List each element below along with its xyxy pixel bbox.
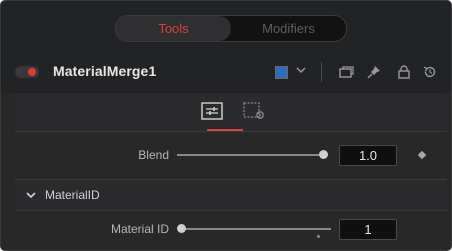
- reset-icon[interactable]: [421, 63, 439, 81]
- active-tab-indicator: [207, 129, 243, 131]
- blend-slider-track[interactable]: [177, 154, 323, 156]
- enable-toggle[interactable]: [15, 66, 39, 78]
- node-header: MaterialMerge1: [1, 55, 451, 89]
- pin-icon[interactable]: [365, 63, 383, 81]
- node-title: MaterialMerge1: [53, 63, 157, 79]
- window-icon[interactable]: [337, 63, 355, 81]
- control-tabs: [15, 93, 447, 132]
- blend-row: Blend 1.0: [15, 137, 447, 173]
- material-id-slider-track[interactable]: [181, 228, 331, 230]
- sliders-icon[interactable]: [201, 102, 223, 120]
- keyframe-diamond-icon[interactable]: [417, 150, 427, 160]
- tab-tools[interactable]: Tools: [116, 16, 231, 41]
- enable-indicator: [28, 68, 36, 76]
- materialid-section[interactable]: MaterialID: [15, 179, 447, 211]
- lock-icon[interactable]: [395, 63, 413, 81]
- blend-label: Blend: [138, 148, 169, 162]
- default-marker: [317, 235, 320, 238]
- tools-modifiers-switch: Tools Modifiers: [115, 15, 347, 42]
- section-label: MaterialID: [45, 188, 100, 202]
- blend-slider-knob[interactable]: [319, 150, 328, 159]
- tab-modifiers[interactable]: Modifiers: [231, 16, 346, 41]
- chevron-down-icon[interactable]: [25, 189, 37, 201]
- material-id-row: Material ID 1: [15, 213, 447, 249]
- material-id-label: Material ID: [110, 222, 169, 236]
- blend-value-field[interactable]: 1.0: [339, 145, 397, 166]
- material-id-value-field[interactable]: 1: [339, 219, 397, 240]
- header-divider: [321, 62, 322, 82]
- material-id-slider-knob[interactable]: [177, 224, 186, 233]
- dropdown-chevron-icon[interactable]: [295, 64, 307, 76]
- node-color-swatch[interactable]: [275, 66, 288, 79]
- gear-panel-icon[interactable]: [243, 102, 265, 120]
- inspector-panel: Tools Modifiers MaterialMerge1 Blend 1.0…: [0, 0, 452, 251]
